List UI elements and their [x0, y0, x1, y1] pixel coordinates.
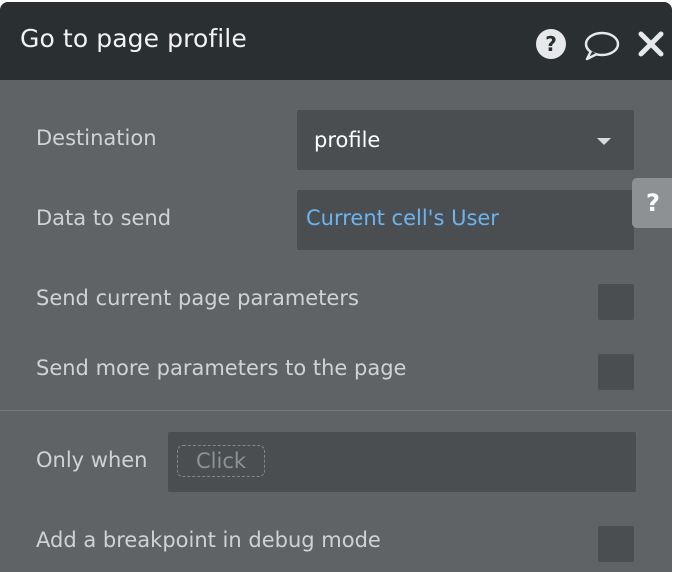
panel-title: Go to page profile — [20, 24, 247, 53]
destination-value: profile — [314, 128, 381, 152]
send-current-params-checkbox[interactable] — [598, 284, 634, 320]
panel-header: Go to page profile ? — [0, 2, 672, 80]
breakpoint-label: Add a breakpoint in debug mode — [36, 528, 381, 552]
svg-text:?: ? — [545, 32, 557, 56]
breakpoint-checkbox[interactable] — [598, 526, 634, 562]
data-to-send-expression[interactable]: Current cell's User — [306, 206, 499, 230]
close-icon[interactable] — [637, 30, 665, 58]
data-to-send-field[interactable]: Current cell's User — [297, 190, 634, 250]
send-more-params-checkbox[interactable] — [598, 354, 634, 390]
only-when-label: Only when — [36, 448, 148, 472]
destination-dropdown[interactable]: profile — [297, 110, 634, 170]
comment-bubble-icon[interactable] — [583, 30, 621, 62]
data-to-send-label: Data to send — [36, 206, 172, 230]
only-when-condition-field[interactable]: Click — [168, 432, 636, 492]
chevron-down-icon — [597, 138, 611, 145]
action-panel: Go to page profile ? Destination profile… — [0, 2, 672, 572]
condition-placeholder-chip[interactable]: Click — [177, 445, 266, 477]
section-divider — [0, 410, 672, 411]
send-current-params-label: Send current page parameters — [36, 286, 359, 310]
help-circle-icon[interactable]: ? — [535, 28, 567, 60]
side-help-tab[interactable]: ? — [632, 178, 672, 228]
send-more-params-label: Send more parameters to the page — [36, 356, 407, 380]
destination-label: Destination — [36, 126, 157, 150]
